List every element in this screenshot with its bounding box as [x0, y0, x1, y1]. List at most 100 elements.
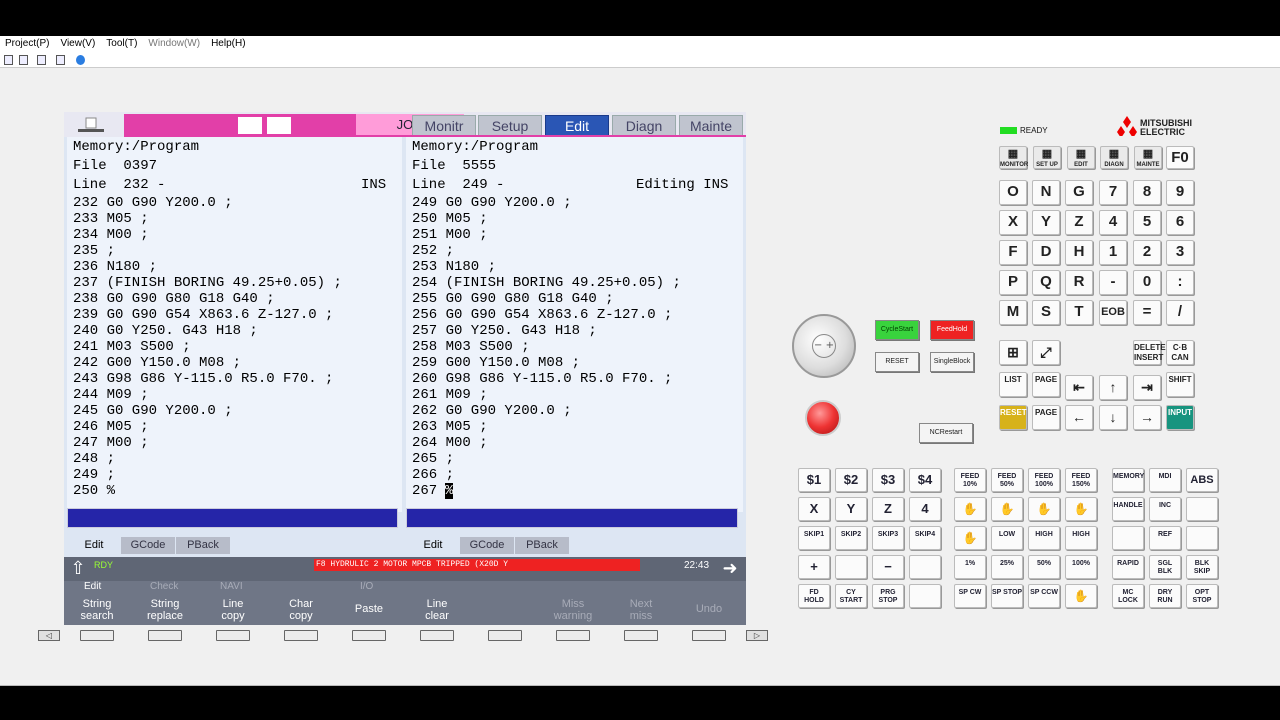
func-key-diagn[interactable]: ▦ DIAGN: [1100, 146, 1128, 169]
menu-window[interactable]: Window(W): [143, 36, 206, 51]
mode-key-2-1[interactable]: REF: [1149, 526, 1181, 550]
feed-key-4-0[interactable]: SP CW: [954, 584, 986, 608]
tab-edit[interactable]: Edit: [545, 115, 609, 136]
feed-key-2-2[interactable]: HIGH: [1028, 526, 1060, 550]
hw-softkey-3[interactable]: [216, 630, 250, 641]
feed-key-0-2[interactable]: FEED 100%: [1028, 468, 1060, 492]
right-code-line[interactable]: 264 M00 ;: [412, 435, 488, 451]
arrow-back-icon[interactable]: ←: [1065, 405, 1093, 430]
tab-monitor[interactable]: Monitr: [412, 115, 476, 136]
op-key-1-2[interactable]: Z: [872, 497, 904, 521]
page-down-key[interactable]: PAGE: [1032, 405, 1060, 430]
feed-key-3-2[interactable]: 50%: [1028, 555, 1060, 579]
feed-key-3-1[interactable]: 25%: [991, 555, 1023, 579]
key-r[interactable]: R: [1065, 270, 1093, 295]
right-tab-gcode[interactable]: GCode: [460, 537, 514, 554]
f0-key[interactable]: F0: [1166, 146, 1194, 169]
left-code-line[interactable]: 234 M00 ;: [73, 227, 149, 243]
softkey-miss-warning[interactable]: Miss warning: [540, 594, 606, 624]
right-code-line[interactable]: 249 G0 G90 Y200.0 ;: [412, 195, 572, 211]
func-key-monitor[interactable]: ▦ MONITOR: [999, 146, 1028, 169]
save-icon[interactable]: [56, 55, 65, 65]
right-code-line[interactable]: 255 G0 G90 G80 G18 G40 ;: [412, 291, 614, 307]
left-code-line[interactable]: 249 ;: [73, 467, 115, 483]
right-code-line[interactable]: 254 (FINISH BORING 49.25+0.05) ;: [412, 275, 681, 291]
key-g[interactable]: G: [1065, 180, 1093, 205]
left-editor-pane[interactable]: Memory:/Program File 0397 Line 232 - INS …: [67, 137, 402, 512]
right-code-line[interactable]: 262 G0 G90 Y200.0 ;: [412, 403, 572, 419]
left-code-line[interactable]: 237 (FINISH BORING 49.25+0.05) ;: [73, 275, 342, 291]
arrow-forward-icon[interactable]: →: [1133, 405, 1161, 430]
right-tab-pback[interactable]: PBack: [515, 537, 569, 554]
left-input-bar[interactable]: [67, 508, 398, 528]
tab-setup[interactable]: Setup: [478, 115, 542, 136]
mode-key-1-2[interactable]: [1186, 497, 1218, 521]
hw-softkey-5[interactable]: [352, 630, 386, 641]
next-menu-arrow-icon[interactable]: ➜: [718, 559, 742, 579]
left-code-line[interactable]: 233 M05 ;: [73, 211, 149, 227]
op-key-0-0[interactable]: $1: [798, 468, 830, 492]
right-tab-edit[interactable]: Edit: [406, 537, 460, 554]
key-t[interactable]: T: [1065, 300, 1093, 325]
mode-key-2-0[interactable]: [1112, 526, 1144, 550]
left-code-line[interactable]: 240 G0 Y250. G43 H18 ;: [73, 323, 258, 339]
jog-hand-icon[interactable]: ✋: [954, 497, 986, 521]
left-code-line[interactable]: 246 M05 ;: [73, 419, 149, 435]
left-tab-pback[interactable]: PBack: [176, 537, 230, 554]
op-key-2-2[interactable]: SKIP3: [872, 526, 904, 550]
right-code-line[interactable]: 251 M00 ;: [412, 227, 488, 243]
op-key-4-0[interactable]: FD HOLD: [798, 584, 830, 608]
left-tab-edit[interactable]: Edit: [67, 537, 121, 554]
key-z[interactable]: Z: [1065, 210, 1093, 235]
key-o[interactable]: O: [999, 180, 1027, 205]
input-key[interactable]: INPUT: [1166, 405, 1194, 430]
feed-key-0-0[interactable]: FEED 10%: [954, 468, 986, 492]
emergency-stop-button[interactable]: [805, 400, 841, 436]
right-code-line[interactable]: 261 M09 ;: [412, 387, 488, 403]
left-code-line[interactable]: 244 M09 ;: [73, 387, 149, 403]
right-code-line[interactable]: 252 ;: [412, 243, 454, 259]
left-code-line[interactable]: 250 %: [73, 483, 115, 499]
cycle-start-button[interactable]: CycleStart: [875, 320, 919, 340]
key-1[interactable]: 1: [1099, 240, 1127, 265]
hw-softkey-4[interactable]: [284, 630, 318, 641]
right-code-line[interactable]: 265 ;: [412, 451, 454, 467]
hw-softkey-8[interactable]: [556, 630, 590, 641]
key-x[interactable]: :: [1166, 270, 1194, 295]
mode-key-3-2[interactable]: BLK SKIP: [1186, 555, 1218, 579]
window-icon[interactable]: [37, 55, 46, 65]
info-icon[interactable]: [76, 55, 85, 65]
feed-key-0-3[interactable]: FEED 150%: [1065, 468, 1097, 492]
menu-project[interactable]: Project(P): [0, 36, 55, 51]
key-x[interactable]: /: [1166, 300, 1194, 325]
mode-key-0-0[interactable]: MEMORY: [1112, 468, 1144, 492]
copy-icon[interactable]: [19, 55, 28, 65]
key-8[interactable]: 8: [1133, 180, 1161, 205]
feed-key-4-1[interactable]: SP STOP: [991, 584, 1023, 608]
key-n[interactable]: N: [1032, 180, 1060, 205]
op-key-0-3[interactable]: $4: [909, 468, 941, 492]
hw-softkey-7[interactable]: [488, 630, 522, 641]
mode-key-2-2[interactable]: [1186, 526, 1218, 550]
can-key[interactable]: C·B CAN: [1166, 340, 1194, 365]
feed-key-2-3[interactable]: HIGH: [1065, 526, 1097, 550]
arrow-right-icon[interactable]: ⇥: [1133, 375, 1161, 400]
list-key[interactable]: LIST: [999, 372, 1027, 397]
back-arrow-icon[interactable]: ⇧: [68, 559, 88, 579]
op-key-2-0[interactable]: SKIP1: [798, 526, 830, 550]
op-key-0-2[interactable]: $3: [872, 468, 904, 492]
feed-key-2-1[interactable]: LOW: [991, 526, 1023, 550]
arrow-left-icon[interactable]: ⇤: [1065, 375, 1093, 400]
right-code-line[interactable]: 260 G98 G86 Y-115.0 R5.0 F70. ;: [412, 371, 672, 387]
key-x[interactable]: -: [1099, 270, 1127, 295]
mode-key-0-1[interactable]: MDI: [1149, 468, 1181, 492]
hw-softkey-10[interactable]: [692, 630, 726, 641]
arrow-down-icon[interactable]: ↓: [1099, 405, 1127, 430]
left-code-line[interactable]: 236 N180 ;: [73, 259, 157, 275]
tab-diagn[interactable]: Diagn: [612, 115, 676, 136]
key-3[interactable]: 3: [1166, 240, 1194, 265]
right-code-line[interactable]: 256 G0 G90 G54 X863.6 Z-127.0 ;: [412, 307, 672, 323]
reset-button[interactable]: RESET: [875, 352, 919, 372]
softkey-string-search[interactable]: String search: [64, 594, 130, 624]
op-key-1-1[interactable]: Y: [835, 497, 867, 521]
